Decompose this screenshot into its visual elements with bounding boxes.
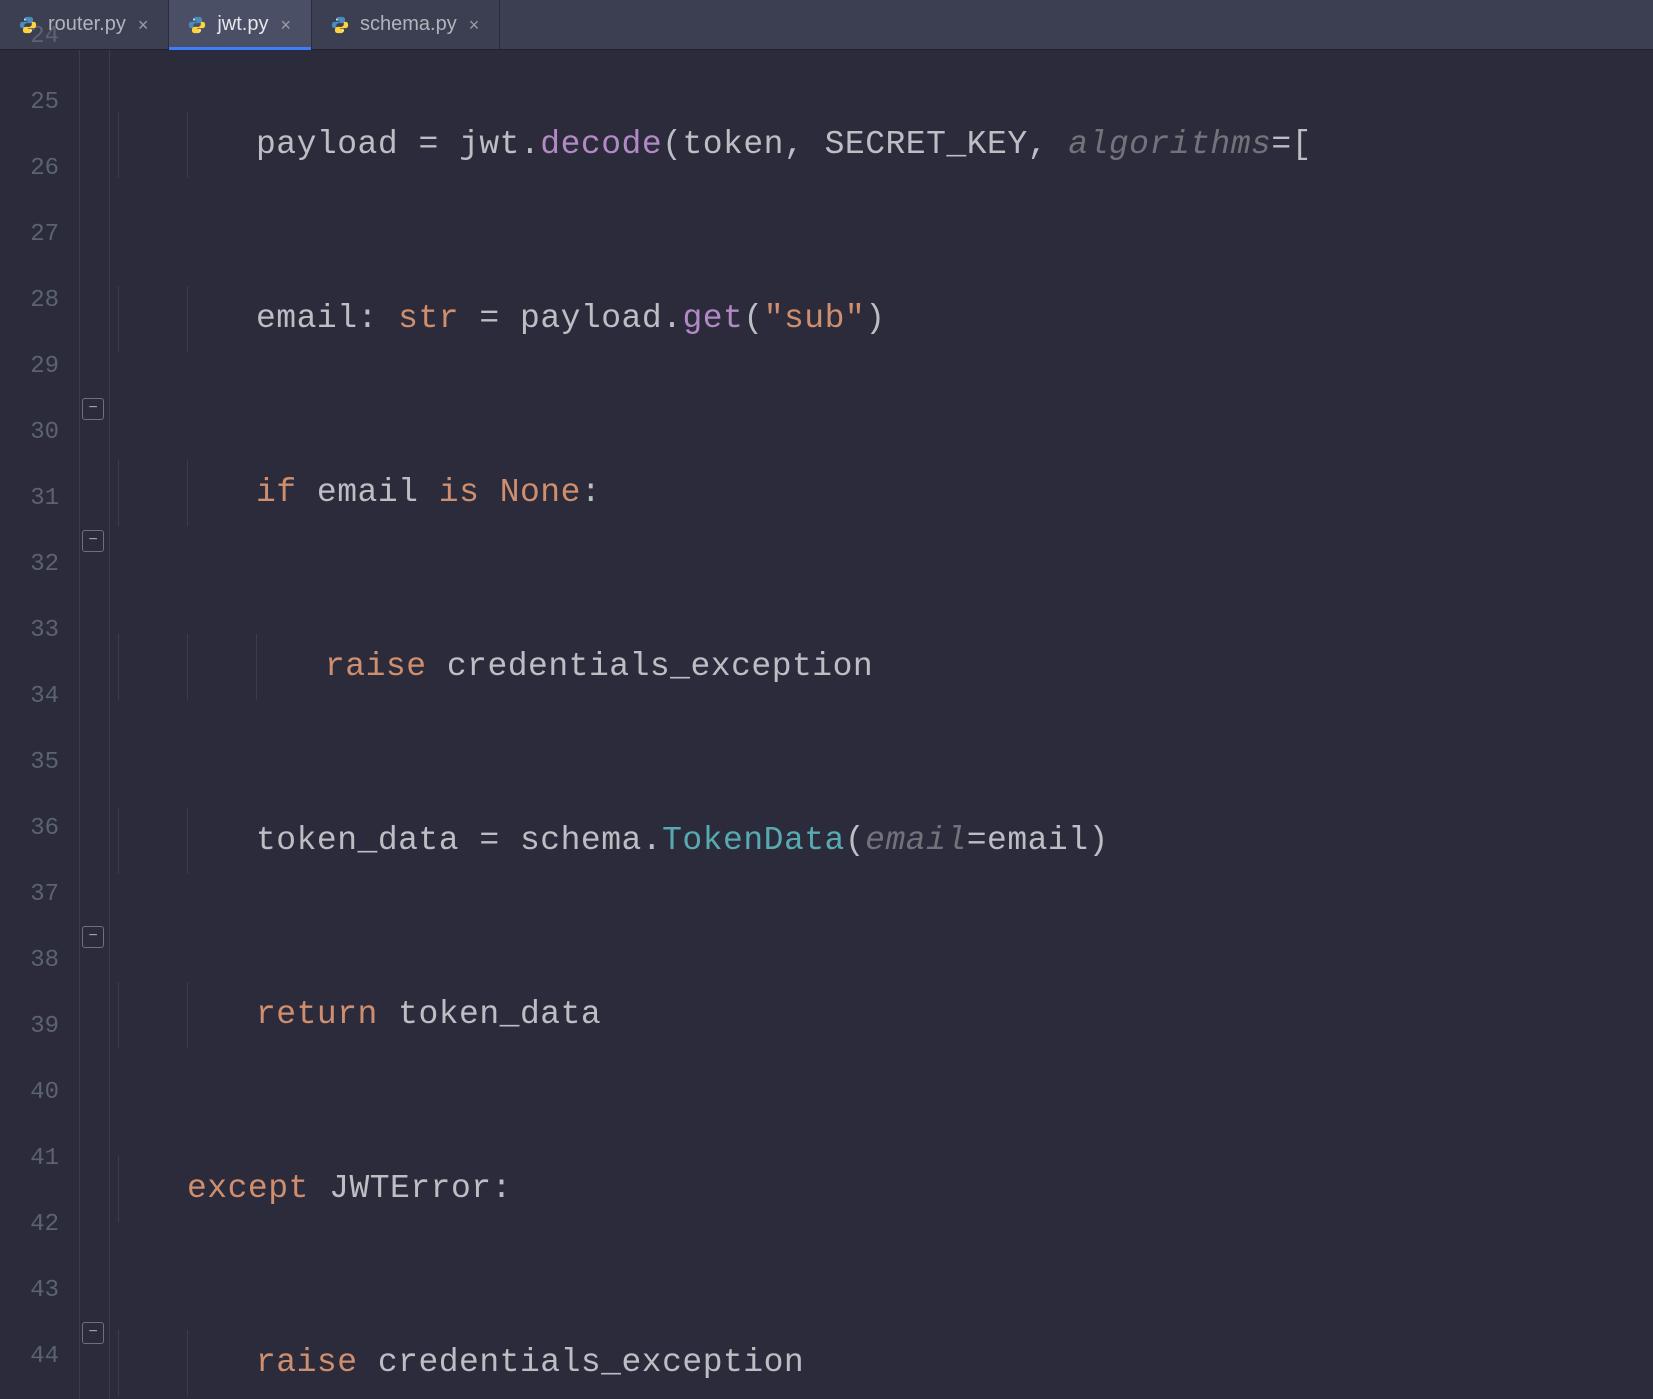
line-number: 40 [0, 1060, 79, 1126]
code-line: except JWTError: [110, 1156, 1653, 1222]
code-line: payload = jwt.decode(token, SECRET_KEY, … [110, 112, 1653, 178]
close-icon[interactable]: × [136, 16, 151, 34]
fold-toggle-icon[interactable]: − [82, 398, 104, 420]
line-number: 41 [0, 1126, 79, 1192]
line-number: 32 [0, 532, 79, 598]
tab-label: router.py [48, 13, 126, 36]
code-line: email: str = payload.get("sub") [110, 286, 1653, 352]
fold-column: − − − − [80, 50, 110, 1399]
python-file-icon [18, 15, 38, 35]
line-number: 44 [0, 1324, 79, 1390]
line-number: 36 [0, 796, 79, 862]
line-number: 34 [0, 664, 79, 730]
python-file-icon [330, 15, 350, 35]
close-icon[interactable]: × [278, 16, 293, 34]
code-line: token_data = schema.TokenData(email=emai… [110, 808, 1653, 874]
line-number: 25 [0, 70, 79, 136]
line-number: 35 [0, 730, 79, 796]
python-file-icon [187, 15, 207, 35]
fold-toggle-icon[interactable]: − [82, 1322, 104, 1344]
line-number: 28 [0, 268, 79, 334]
code-body[interactable]: payload = jwt.decode(token, SECRET_KEY, … [110, 50, 1653, 1399]
tab-label: jwt.py [217, 13, 268, 36]
fold-toggle-icon[interactable]: − [82, 530, 104, 552]
close-icon[interactable]: × [467, 16, 482, 34]
code-line: raise credentials_exception [110, 634, 1653, 700]
fold-toggle-icon[interactable]: − [82, 926, 104, 948]
code-editor[interactable]: 2425262728293031323334353637383940414243… [0, 50, 1653, 1399]
tab-label: schema.py [360, 13, 457, 36]
line-number: 31 [0, 466, 79, 532]
line-number: 33 [0, 598, 79, 664]
tab-schema[interactable]: schema.py × [312, 0, 500, 49]
line-number: 42 [0, 1192, 79, 1258]
code-line: if email is None: [110, 460, 1653, 526]
line-number: 29 [0, 334, 79, 400]
editor-tab-bar: router.py × jwt.py × schema.py × [0, 0, 1653, 50]
code-line: raise credentials_exception [110, 1330, 1653, 1396]
line-number: 30 [0, 400, 79, 466]
line-number: 43 [0, 1258, 79, 1324]
tab-router[interactable]: router.py × [0, 0, 169, 49]
tab-jwt[interactable]: jwt.py × [169, 0, 312, 49]
line-number-gutter: 2425262728293031323334353637383940414243… [0, 50, 80, 1399]
code-line: return token_data [110, 982, 1653, 1048]
line-number: 27 [0, 202, 79, 268]
line-number: 37 [0, 862, 79, 928]
line-number: 26 [0, 136, 79, 202]
line-number: 39 [0, 994, 79, 1060]
line-number: 38 [0, 928, 79, 994]
